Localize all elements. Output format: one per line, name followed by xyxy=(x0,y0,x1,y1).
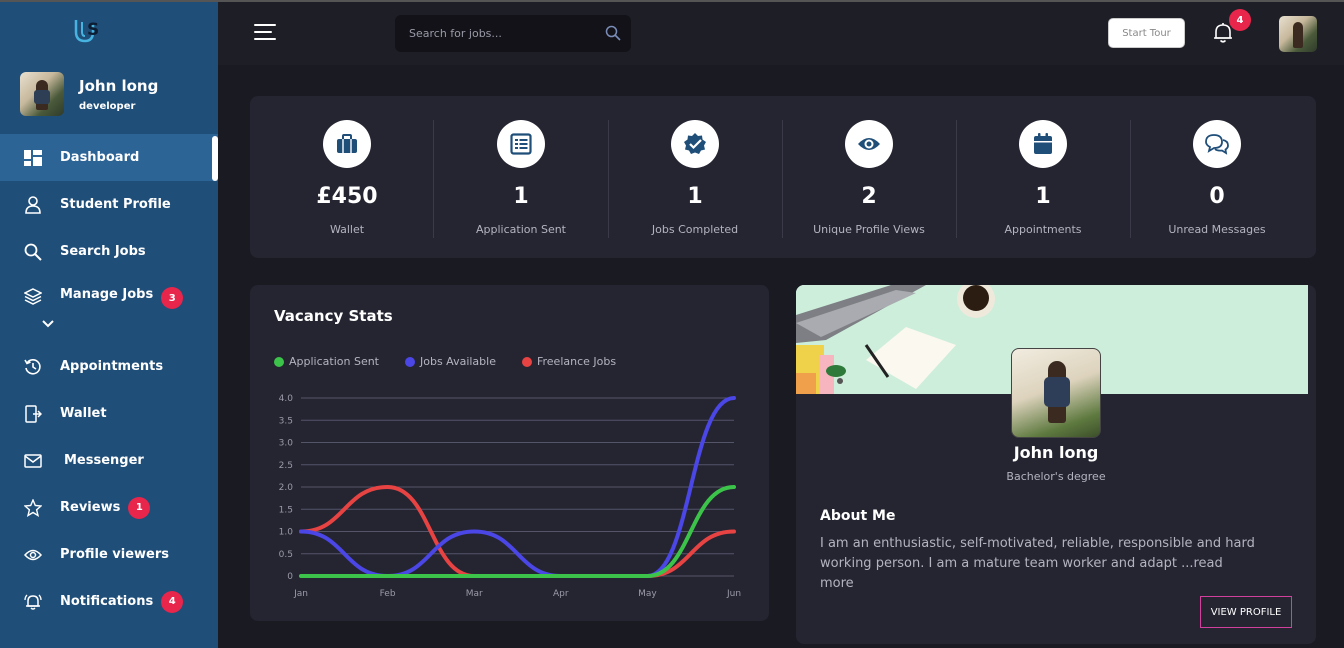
vacancy-stats-card: Vacancy Stats Application Sent Jobs Avai… xyxy=(250,285,769,621)
stat-appointments[interactable]: 1 Appointments xyxy=(956,120,1130,238)
notification-count-badge: 4 xyxy=(1229,9,1251,31)
sidebar-item-label: Dashboard xyxy=(60,150,140,165)
envelope-icon xyxy=(24,452,42,470)
search-icon[interactable] xyxy=(605,25,621,45)
x-tick-label: Feb xyxy=(380,589,396,599)
profile-degree: Bachelor's degree xyxy=(1006,470,1106,483)
stat-value: 1 xyxy=(513,184,529,209)
y-tick-label: 0 xyxy=(287,572,293,582)
layers-icon xyxy=(24,287,42,305)
search-icon xyxy=(24,243,42,261)
search-box xyxy=(395,15,631,52)
sidebar-nav: Dashboard Student Profile Search Jobs Ma… xyxy=(0,134,218,625)
avatar xyxy=(20,72,64,116)
x-tick-label: Apr xyxy=(553,589,569,599)
start-tour-button[interactable]: Start Tour xyxy=(1108,18,1185,48)
sidebar-item-label: Search Jobs xyxy=(60,244,146,259)
stat-wallet[interactable]: £450 Wallet xyxy=(260,120,434,238)
sidebar-item-profile-viewers[interactable]: Profile viewers xyxy=(0,531,218,578)
stat-value: 0 xyxy=(1209,184,1225,209)
user-icon xyxy=(24,195,42,214)
badge-check-icon xyxy=(671,120,719,168)
wallet-icon xyxy=(24,404,42,423)
sidebar-user[interactable]: John long developer xyxy=(20,72,158,116)
list-icon xyxy=(497,120,545,168)
sidebar-item-dashboard[interactable]: Dashboard xyxy=(0,134,218,181)
reviews-badge: 1 xyxy=(128,496,151,519)
sidebar-item-label: Appointments xyxy=(60,359,164,374)
y-tick-label: 4.0 xyxy=(279,394,294,404)
menu-toggle-icon[interactable] xyxy=(254,24,276,42)
stat-unread-messages[interactable]: 0 Unread Messages xyxy=(1130,120,1304,238)
x-tick-label: May xyxy=(638,589,657,599)
briefcase-icon xyxy=(323,120,371,168)
avatar[interactable] xyxy=(1279,16,1317,52)
sidebar-item-messenger[interactable]: Messenger xyxy=(0,437,218,484)
user-name: John long xyxy=(79,76,159,95)
eye-icon xyxy=(24,546,42,564)
y-tick-label: 1.5 xyxy=(279,505,293,515)
chevron-down-icon[interactable] xyxy=(42,313,54,332)
bell-ring-icon xyxy=(24,593,42,611)
about-me-text: I am an enthusiastic, self-motivated, re… xyxy=(820,536,1255,591)
notifications-badge: 4 xyxy=(161,590,184,613)
view-profile-button[interactable]: VIEW PROFILE xyxy=(1200,596,1292,628)
manage-jobs-badge: 3 xyxy=(161,287,184,309)
stat-label: Application Sent xyxy=(476,223,566,236)
stat-value: 1 xyxy=(1035,184,1051,209)
stat-value: £450 xyxy=(316,184,378,209)
x-tick-label: Jan xyxy=(293,589,308,599)
sidebar-item-notifications[interactable]: Notifications 4 xyxy=(0,578,218,625)
sidebar-item-label: Wallet xyxy=(60,406,107,421)
sidebar-item-manage-jobs[interactable]: Manage Jobs 3 xyxy=(0,275,218,343)
search-input[interactable] xyxy=(409,15,599,52)
eye-icon xyxy=(845,120,893,168)
sidebar-item-reviews[interactable]: Reviews 1 xyxy=(0,484,218,531)
x-tick-label: Mar xyxy=(466,589,483,599)
sidebar-item-label: Student Profile xyxy=(60,197,171,212)
about-me-heading: About Me xyxy=(820,508,896,524)
y-tick-label: 1.0 xyxy=(279,528,294,538)
stat-label: Unread Messages xyxy=(1168,223,1266,236)
brand-logo[interactable]: S xyxy=(70,14,106,48)
dashboard-icon xyxy=(24,149,42,167)
profile-card: John long Bachelor's degree About Me I a… xyxy=(796,285,1316,644)
user-role: developer xyxy=(79,100,136,112)
stat-unique-profile-views[interactable]: 2 Unique Profile Views xyxy=(782,120,956,238)
stat-label: Jobs Completed xyxy=(651,223,739,236)
sidebar-item-label: Notifications xyxy=(60,594,154,609)
stat-jobs-completed[interactable]: 1 Jobs Completed xyxy=(608,120,782,238)
stat-label: Unique Profile Views xyxy=(813,223,925,236)
sidebar-item-label: Messenger xyxy=(64,453,144,468)
y-tick-label: 2.0 xyxy=(279,483,294,493)
y-tick-label: 2.5 xyxy=(279,461,293,471)
calendar-icon xyxy=(1019,120,1067,168)
stat-label: Wallet xyxy=(329,223,365,236)
stat-value: 1 xyxy=(687,184,703,209)
stat-label: Appointments xyxy=(1004,223,1082,236)
line-chart: 0 0.5 1.0 1.5 2.0 2.5 3.0 3.5 4.0 Jan Feb Mar Apr May… xyxy=(279,394,741,599)
x-tick-label: Jun xyxy=(726,589,741,599)
y-tick-label: 0.5 xyxy=(279,550,293,560)
sidebar-item-student-profile[interactable]: Student Profile xyxy=(0,181,218,228)
stat-application-sent[interactable]: 1 Application Sent xyxy=(434,120,608,238)
sidebar: S John long developer Dashboard Student … xyxy=(0,2,218,648)
sidebar-item-search-jobs[interactable]: Search Jobs xyxy=(0,228,218,275)
sidebar-item-appointments[interactable]: Appointments xyxy=(0,343,218,390)
profile-photo xyxy=(1011,348,1101,438)
star-icon xyxy=(24,498,42,517)
sidebar-item-label: Manage Jobs xyxy=(60,287,154,302)
stats-panel: £450 Wallet 1 Application Sent 1 Jobs Co… xyxy=(250,96,1316,258)
svg-text:S: S xyxy=(87,20,99,40)
profile-name: John long xyxy=(1013,443,1099,462)
y-tick-label: 3.5 xyxy=(279,416,293,426)
history-icon xyxy=(24,358,42,376)
sidebar-item-label: Profile viewers xyxy=(60,547,170,562)
sidebar-item-wallet[interactable]: Wallet xyxy=(0,390,218,437)
chat-icon xyxy=(1193,120,1241,168)
sidebar-item-label: Reviews xyxy=(60,500,121,515)
stat-value: 2 xyxy=(861,184,877,209)
y-tick-label: 3.0 xyxy=(279,439,294,449)
topbar: Start Tour 4 xyxy=(218,2,1344,65)
